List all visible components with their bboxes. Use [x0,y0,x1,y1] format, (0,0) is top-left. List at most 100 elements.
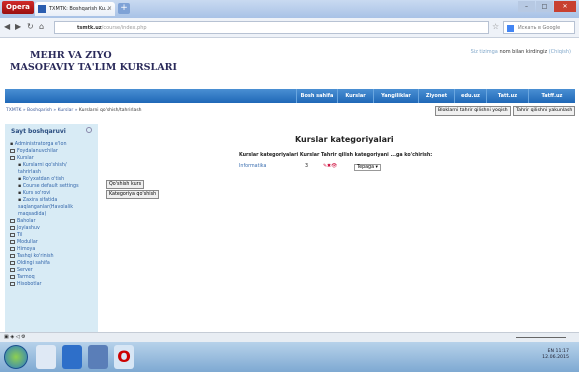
sidebar-item[interactable]: ▪ Kurs so'rovi [8,190,96,197]
main-menu: Bosh sahifa Kurslar Yangiliklar Ziyonet … [5,89,575,103]
sidebar-item[interactable]: Hisobotlar [8,281,96,288]
breadcrumb-item[interactable]: TXMTK [6,108,21,113]
sidebar-item[interactable]: Til [8,232,96,239]
sidebar-item-label: Kurslarni qo'shish/ [22,163,67,168]
zoom-slider[interactable] [516,337,566,338]
window-controls: – □ ✕ [517,1,577,12]
sidebar-item[interactable]: Modullar [8,239,96,246]
sidebar-item-label: Tashqi ko'rinish [17,254,54,259]
sidebar-item-label: Kurslar [17,156,34,161]
sidebar-item-label: Hisobotlar [17,282,42,287]
lang-indicator[interactable]: EN [548,349,554,354]
word-taskbar-icon[interactable] [62,345,82,369]
opera-menu-button[interactable]: Opera [2,1,34,14]
search-input[interactable]: Искать в Google [503,21,575,34]
minimize-icon[interactable]: – [518,1,535,12]
sidebar-item-label: maqsadida) [18,212,47,217]
sidebar-item[interactable]: ▪ Administratorga e'lon [8,141,96,148]
explorer-taskbar-icon[interactable] [88,345,108,369]
sidebar-item[interactable]: Tashqi ko'rinish [8,253,96,260]
move-to-select[interactable]: Tepaga ▾ [354,164,381,171]
sidebar-item-label: Til [17,233,23,238]
edit-off-button[interactable]: Tahrir qilishni yakunlash [513,106,576,116]
windows-taskbar [0,342,579,372]
sidebar-item[interactable]: ▪ Ro'yxatdan o'tish [8,176,96,183]
sidebar-item[interactable]: tahrirlash [8,169,96,176]
back-icon[interactable]: ◀ [4,22,10,31]
sidebar-item[interactable]: Server [8,267,96,274]
browser-titlebar: Opera TXMTK: Boshqarish Ku... × + – □ ✕ [0,0,579,18]
opera-taskbar-icon[interactable]: O [114,345,134,369]
sidebar-item[interactable]: Tarmoq [8,274,96,281]
sidebar-item[interactable]: saqlanganlar(Havolalik [8,204,96,211]
url-path: /course/index.php [101,25,147,31]
sidebar-item[interactable]: Kurslar [8,155,96,162]
add-course-button[interactable]: Qo'shish kurs [106,180,145,189]
reload-icon[interactable]: ↻ [27,22,34,31]
tray-date: 12.06.2015 [542,355,569,360]
sidebar-item[interactable]: Himoya [8,246,96,253]
sidebar-item-label: Baholar [17,219,36,224]
menu-courses[interactable]: Kurslar [337,89,373,103]
sidebar-item-label: Modullar [17,240,38,245]
maximize-icon[interactable]: □ [536,1,553,12]
panel-icon[interactable]: ▣ ◈ ◁ ⚙ [4,334,26,340]
menu-tatt[interactable]: Tatt.uz [486,89,528,103]
folder-icon [10,225,15,230]
folder-icon [10,267,15,272]
sidebar-item[interactable]: ▪ Course default settings [8,183,96,190]
folder-icon [10,260,15,265]
skype-taskbar-icon[interactable] [36,345,56,369]
collapse-icon[interactable] [86,127,92,133]
url-input[interactable]: tsmtk.uz/course/index.php [54,21,489,34]
folder-icon [10,232,15,237]
start-button[interactable] [4,345,28,369]
menu-home[interactable]: Bosh sahifa [296,89,337,103]
course-count: 3 [305,164,309,169]
sidebar-item-label: Joylashuv [17,226,40,231]
sidebar-item-label: Course default settings [22,184,79,189]
menu-news[interactable]: Yangiliklar [373,89,418,103]
logout-link[interactable]: (Chiqish) [549,49,571,55]
browser-tab[interactable]: TXMTK: Boshqarish Ku... × [35,2,115,16]
favicon-icon [38,5,46,13]
blocks-edit-button[interactable]: Bloklarni tahrir qilishni yoqish [435,106,511,116]
sidebar-item[interactable]: maqsadida) [8,211,96,218]
login-name: nom bilan kirdingiz [499,49,548,55]
system-tray: EN 11:17 12.06.2015 [542,349,569,361]
sidebar-item[interactable]: Joylashuv [8,225,96,232]
category-link[interactable]: Informatika [239,164,266,169]
sidebar-item-label: Tarmoq [17,275,35,280]
sidebar-title: Sayt boshqaruvi [11,128,66,135]
sidebar-item[interactable]: Baholar [8,218,96,225]
menu-tatff[interactable]: Tatff.uz [528,89,575,103]
forward-icon[interactable]: ▶ [15,22,21,31]
tab-title: TXMTK: Boshqarish Ku... [49,6,110,12]
sidebar-item-label: Ro'yxatdan o'tish [22,177,65,182]
breadcrumb-item[interactable]: Kurslar [58,108,74,113]
add-category-button[interactable]: Kategoriya qo'shish [106,190,160,199]
window-close-icon[interactable]: ✕ [554,1,576,12]
tray-time: 11:17 [555,349,569,354]
sidebar-item[interactable]: ▪ Zaxira sifatida [8,197,96,204]
sidebar-item-label: Zaxira sifatida [22,198,58,203]
sidebar-item[interactable]: Foydalanuvchilar [8,148,96,155]
folder-icon [10,281,15,286]
bookmark-star-icon[interactable]: ☆ [492,22,499,31]
sidebar-item-label: Server [17,268,33,273]
speed-dial-icon[interactable]: ⌂ [39,22,44,31]
menu-ziyonet[interactable]: Ziyonet [418,89,454,103]
tab-close-icon[interactable]: × [107,2,112,16]
edit-actions-icon[interactable]: ✎✖👁 [323,164,337,169]
sidebar-item-label: Kurs so'rovi [22,191,51,196]
menu-edu[interactable]: edu.uz [454,89,486,103]
sidebar-item[interactable]: ▪ Kurslarni qo'shish/ [8,162,96,169]
sidebar-item-label: Foydalanuvchilar [17,149,58,154]
breadcrumb-item[interactable]: Boshqarish [27,108,52,113]
new-tab-button[interactable]: + [118,3,130,14]
sidebar-item[interactable]: Oldingi sahifa [8,260,96,267]
breadcrumb: TXMTK » Boshqarish » Kurslar » Kurslarni… [6,108,142,113]
sidebar-item-label: tahrirlash [18,170,41,175]
folder-icon [10,218,15,223]
url-host: tsmtk.uz [77,25,102,31]
